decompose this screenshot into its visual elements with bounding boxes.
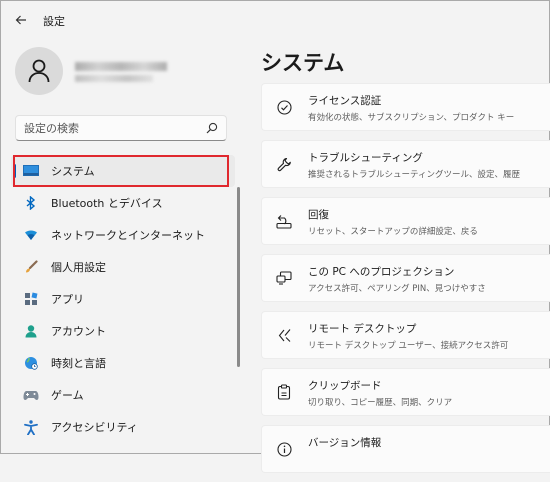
wrench-icon [276,156,292,172]
globe-clock-icon [23,355,39,371]
card-remote-desktop[interactable]: リモート デスクトップ リモート デスクトップ ユーザー、接続アクセス許可 [261,311,550,359]
card-subtitle: 有効化の状態、サブスクリプション、プロダクト キー [308,113,515,123]
card-subtitle: リモート デスクトップ ユーザー、接続アクセス許可 [308,341,509,351]
card-subtitle: 推奨されるトラブルシューティングツール、設定、履歴 [308,170,520,180]
clipboard-icon [276,384,292,400]
gamepad-icon [23,387,39,403]
settings-window: 設定 システム Bluetooth とデバイス ネットワークとインターネット [0,0,550,473]
sidebar-item-label: ゲーム [51,389,84,402]
card-title: クリップボード [308,380,382,392]
sidebar-item-accessibility[interactable]: アクセシビリティ [11,411,235,443]
card-recovery[interactable]: 回復 リセット、スタートアップの詳細設定、戻る [261,197,550,245]
remote-desktop-icon [276,327,292,343]
projection-icon [276,270,292,286]
sidebar-item-label: アカウント [51,325,106,338]
search-icon[interactable] [206,122,218,134]
person-icon [28,59,50,83]
apps-icon [23,291,39,307]
card-subtitle: リセット、スタートアップの詳細設定、戻る [308,227,478,237]
window-title: 設定 [43,15,65,28]
sidebar-item-label: ネットワークとインターネット [51,229,205,242]
settings-card-list: ライセンス認証 有効化の状態、サブスクリプション、プロダクト キー トラブルシュ… [261,83,550,482]
info-icon [276,441,292,457]
card-about[interactable]: バージョン情報 [261,425,550,473]
wifi-icon [23,227,39,243]
card-subtitle: アクセス許可、ペアリング PIN、見つけやすさ [308,284,486,294]
back-arrow-icon [15,15,26,25]
title-bar: 設定 [1,1,549,39]
sidebar-scrollbar[interactable] [237,187,240,367]
sidebar-item-bluetooth[interactable]: Bluetooth とデバイス [11,187,235,219]
card-title: トラブルシューティング [308,152,423,164]
accessibility-icon [23,419,39,435]
account-name-redacted [75,62,167,71]
bluetooth-icon [23,195,39,211]
search-input[interactable] [24,120,204,136]
check-circle-icon [276,99,292,115]
sidebar-item-label: アクセシビリティ [51,421,138,434]
card-title: リモート デスクトップ [308,323,417,335]
sidebar-item-network[interactable]: ネットワークとインターネット [11,219,235,251]
card-title: 回復 [308,209,329,221]
sidebar-item-label: 個人用設定 [51,261,106,274]
page-title: システム [261,51,345,75]
sidebar-item-time-language[interactable]: 時刻と言語 [11,347,235,379]
card-title: バージョン情報 [308,437,382,449]
sidebar-item-apps[interactable]: アプリ [11,283,235,315]
sidebar-item-gaming[interactable]: ゲーム [11,379,235,411]
sidebar-item-label: 時刻と言語 [51,357,106,370]
sidebar-item-personalization[interactable]: 個人用設定 [11,251,235,283]
card-title: この PC へのプロジェクション [308,266,455,278]
settings-search-box[interactable] [15,115,227,141]
avatar[interactable] [15,47,63,95]
card-title: ライセンス認証 [308,95,382,107]
brush-icon [23,259,39,275]
back-button[interactable] [11,11,31,29]
card-troubleshoot[interactable]: トラブルシューティング 推奨されるトラブルシューティングツール、設定、履歴 [261,140,550,188]
sidebar-nav: システム Bluetooth とデバイス ネットワークとインターネット 個人用設… [11,155,235,443]
selection-highlight-box [13,155,229,187]
card-clipboard[interactable]: クリップボード 切り取り、コピー履歴、同期、クリア [261,368,550,416]
account-email-redacted [75,75,153,82]
person-icon [23,323,39,339]
card-activation[interactable]: ライセンス認証 有効化の状態、サブスクリプション、プロダクト キー [261,83,550,131]
sidebar-item-label: アプリ [51,293,84,306]
sidebar-item-accounts[interactable]: アカウント [11,315,235,347]
recovery-icon [276,213,292,229]
card-projection[interactable]: この PC へのプロジェクション アクセス許可、ペアリング PIN、見つけやすさ [261,254,550,302]
sidebar-item-label: Bluetooth とデバイス [51,197,163,210]
card-subtitle: 切り取り、コピー履歴、同期、クリア [308,398,453,408]
